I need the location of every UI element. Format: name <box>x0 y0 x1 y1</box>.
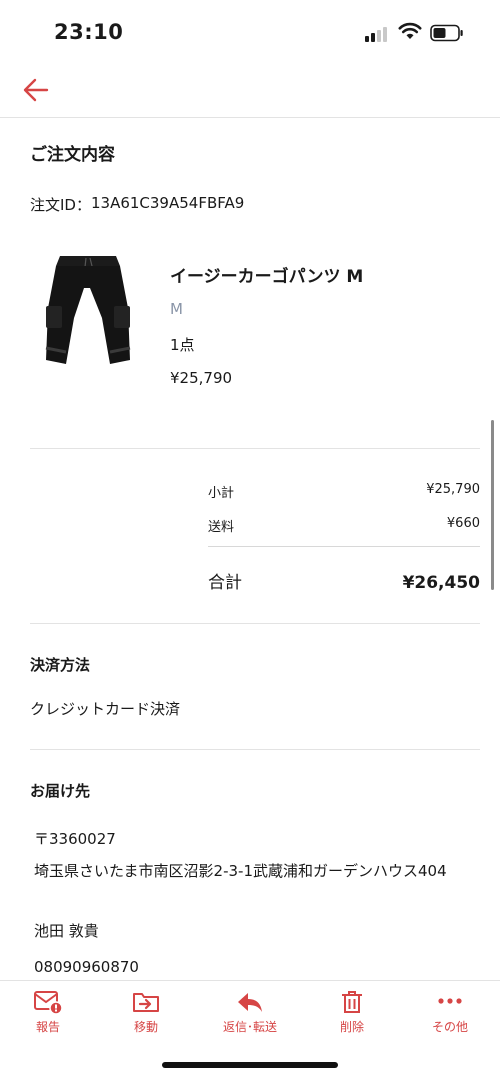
report-label: 報告 <box>35 1020 60 1034</box>
order-id-row: 注文ID： 13A61C39A54FBFA9 <box>30 194 244 215</box>
delete-button[interactable]: 削除 <box>312 989 392 1041</box>
order-id-label: 注文ID： <box>30 196 91 214</box>
product-size: M <box>170 300 183 318</box>
mail-report-icon <box>34 991 63 1015</box>
arrow-left-icon <box>23 78 49 102</box>
status-bar: 23:10 <box>0 0 500 62</box>
report-button[interactable]: 報告 <box>8 989 88 1041</box>
delivery-name: 池田 敦貴 <box>34 922 99 940</box>
delivery-phone: 08090960870 <box>34 958 139 976</box>
reply-forward-label: 返信･転送 <box>222 1020 277 1034</box>
delete-label: 削除 <box>339 1020 364 1034</box>
subtotal-value: ¥25,790 <box>426 482 480 497</box>
status-time: 23:10 <box>54 20 124 44</box>
payment-method: クレジットカード決済 <box>30 700 181 718</box>
subtotal-label: 小計 <box>208 486 235 501</box>
summary-divider <box>208 546 480 547</box>
more-dots-icon <box>438 998 462 1004</box>
reply-forward-button[interactable]: 返信･転送 <box>210 989 290 1041</box>
move-button[interactable]: 移動 <box>106 989 186 1041</box>
shipping-label: 送料 <box>208 520 235 535</box>
shipping-row: 送料 ¥660 <box>208 516 480 535</box>
order-section-title: ご注文内容 <box>30 145 115 165</box>
total-label: 合計 <box>208 573 242 593</box>
payment-section-title: 決済方法 <box>30 656 91 674</box>
battery-icon <box>430 24 463 42</box>
shipping-value: ¥660 <box>446 516 480 531</box>
scrollbar[interactable] <box>491 420 494 590</box>
delivery-address: 埼玉県さいたま市南区沼影2-3-1武蔵浦和ガーデンハウス404 <box>34 862 447 880</box>
divider <box>30 448 480 449</box>
delivery-section-title: お届け先 <box>30 782 91 800</box>
back-button[interactable] <box>16 72 56 108</box>
home-indicator[interactable] <box>162 1062 338 1068</box>
trash-icon <box>342 991 362 1013</box>
product-image[interactable] <box>40 248 136 372</box>
more-label: その他 <box>431 1020 468 1034</box>
divider <box>30 749 480 750</box>
product-quantity: 1点 <box>170 336 195 354</box>
reply-icon <box>238 993 262 1012</box>
subtotal-row: 小計 ¥25,790 <box>208 482 480 501</box>
total-value: ¥26,450 <box>402 573 480 593</box>
divider <box>30 623 480 624</box>
cellular-signal-icon <box>365 26 391 42</box>
folder-move-icon <box>133 993 159 1012</box>
total-row: 合計 ¥26,450 <box>208 568 480 593</box>
wifi-icon <box>398 22 422 39</box>
move-label: 移動 <box>133 1020 158 1034</box>
navigation-bar <box>0 62 500 118</box>
order-id-value: 13A61C39A54FBFA9 <box>90 194 245 212</box>
more-button[interactable]: その他 <box>410 989 490 1041</box>
order-detail-content[interactable]: ご注文内容 注文ID： 13A61C39A54FBFA9 イージーカーゴパンツ … <box>0 118 500 980</box>
delivery-postal-code: 〒3360027 <box>34 830 116 848</box>
product-price: ¥25,790 <box>170 369 233 387</box>
product-name[interactable]: イージーカーゴパンツ M <box>170 262 363 287</box>
